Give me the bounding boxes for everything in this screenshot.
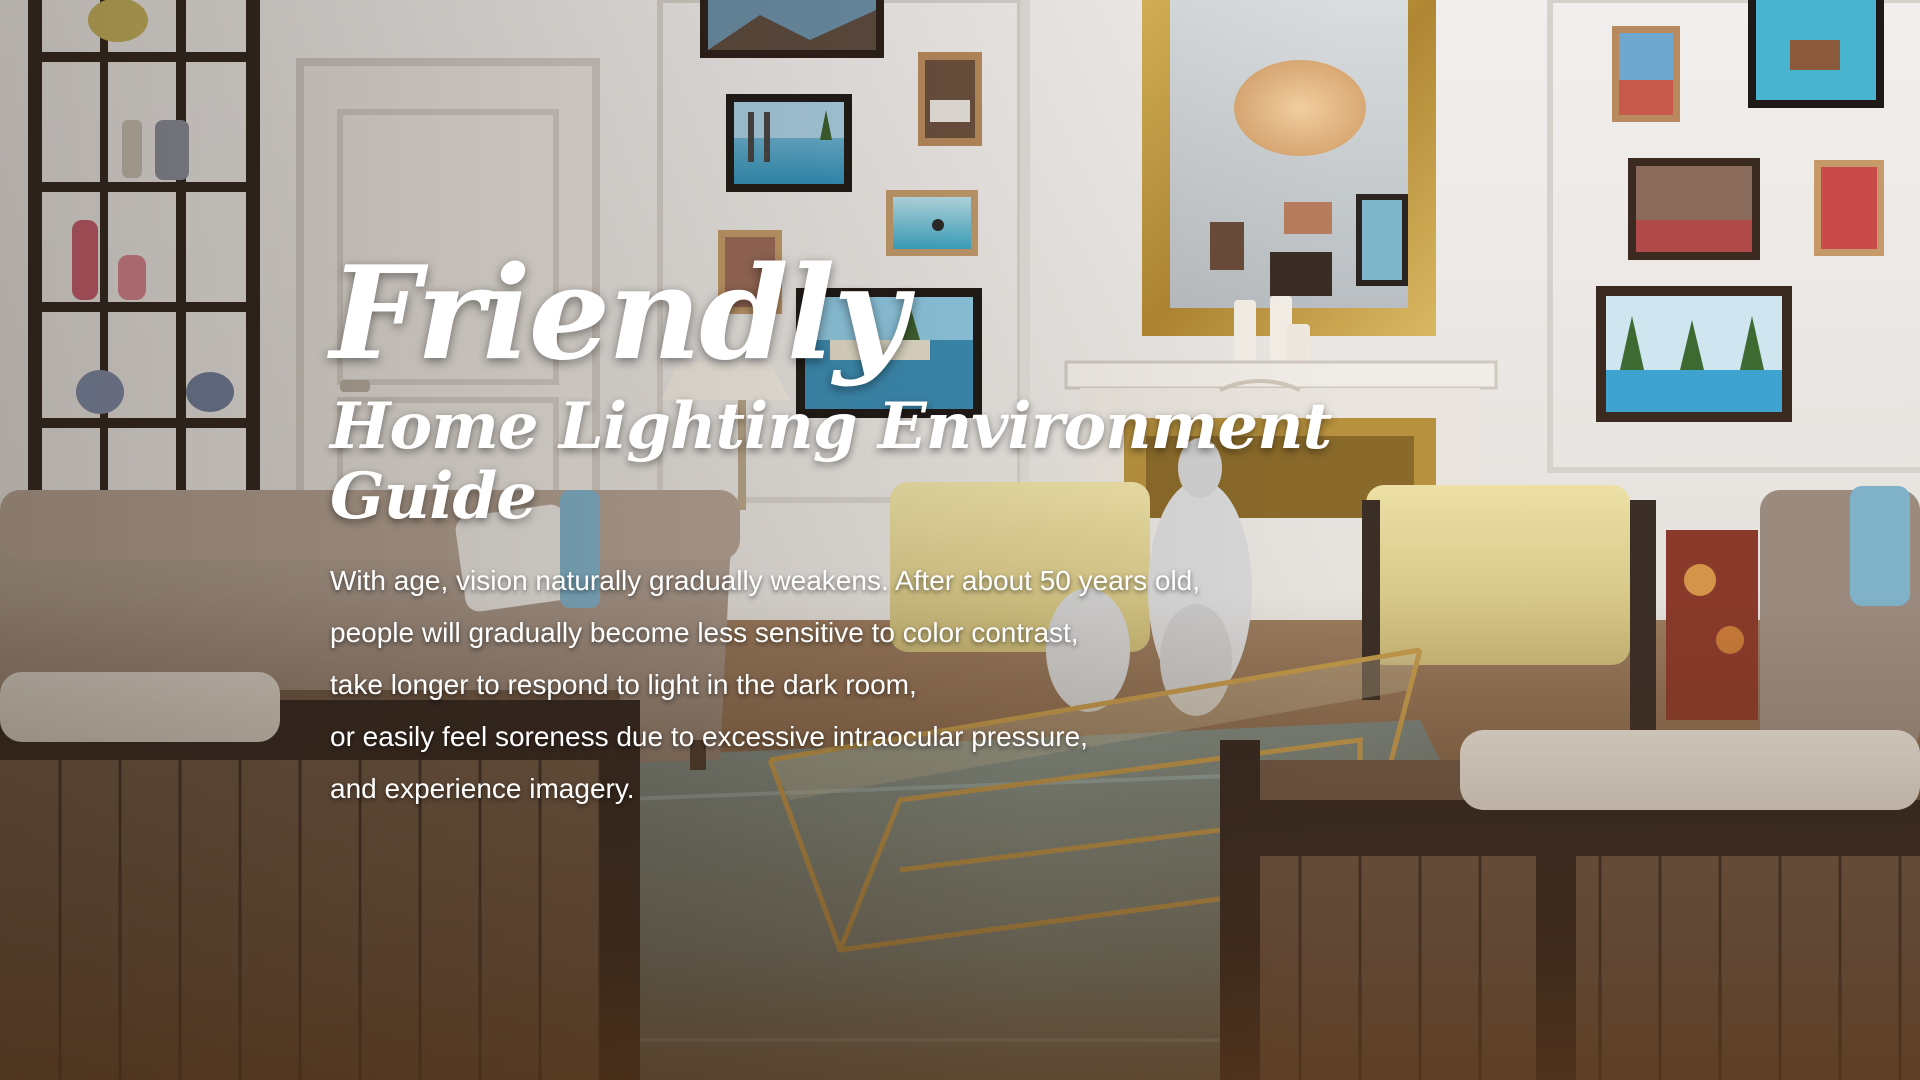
hero-content: Friendly Home Lighting Environment Guide… <box>330 250 1530 815</box>
description-line: or easily feel soreness due to excessive… <box>330 720 1088 752</box>
hero-headline: Friendly <box>330 239 908 389</box>
description-line: take longer to respond to light in the d… <box>330 668 917 700</box>
hero-description: With age, vision naturally gradually wea… <box>330 555 1530 815</box>
hero-subheadline: Home Lighting Environment Guide <box>330 389 1332 535</box>
description-line: people will gradually become less sensit… <box>330 616 1079 648</box>
hero-banner: Friendly Home Lighting Environment Guide… <box>0 0 1920 1080</box>
description-line: and experience imagery. <box>330 772 635 804</box>
description-line: With age, vision naturally gradually wea… <box>330 564 1201 596</box>
